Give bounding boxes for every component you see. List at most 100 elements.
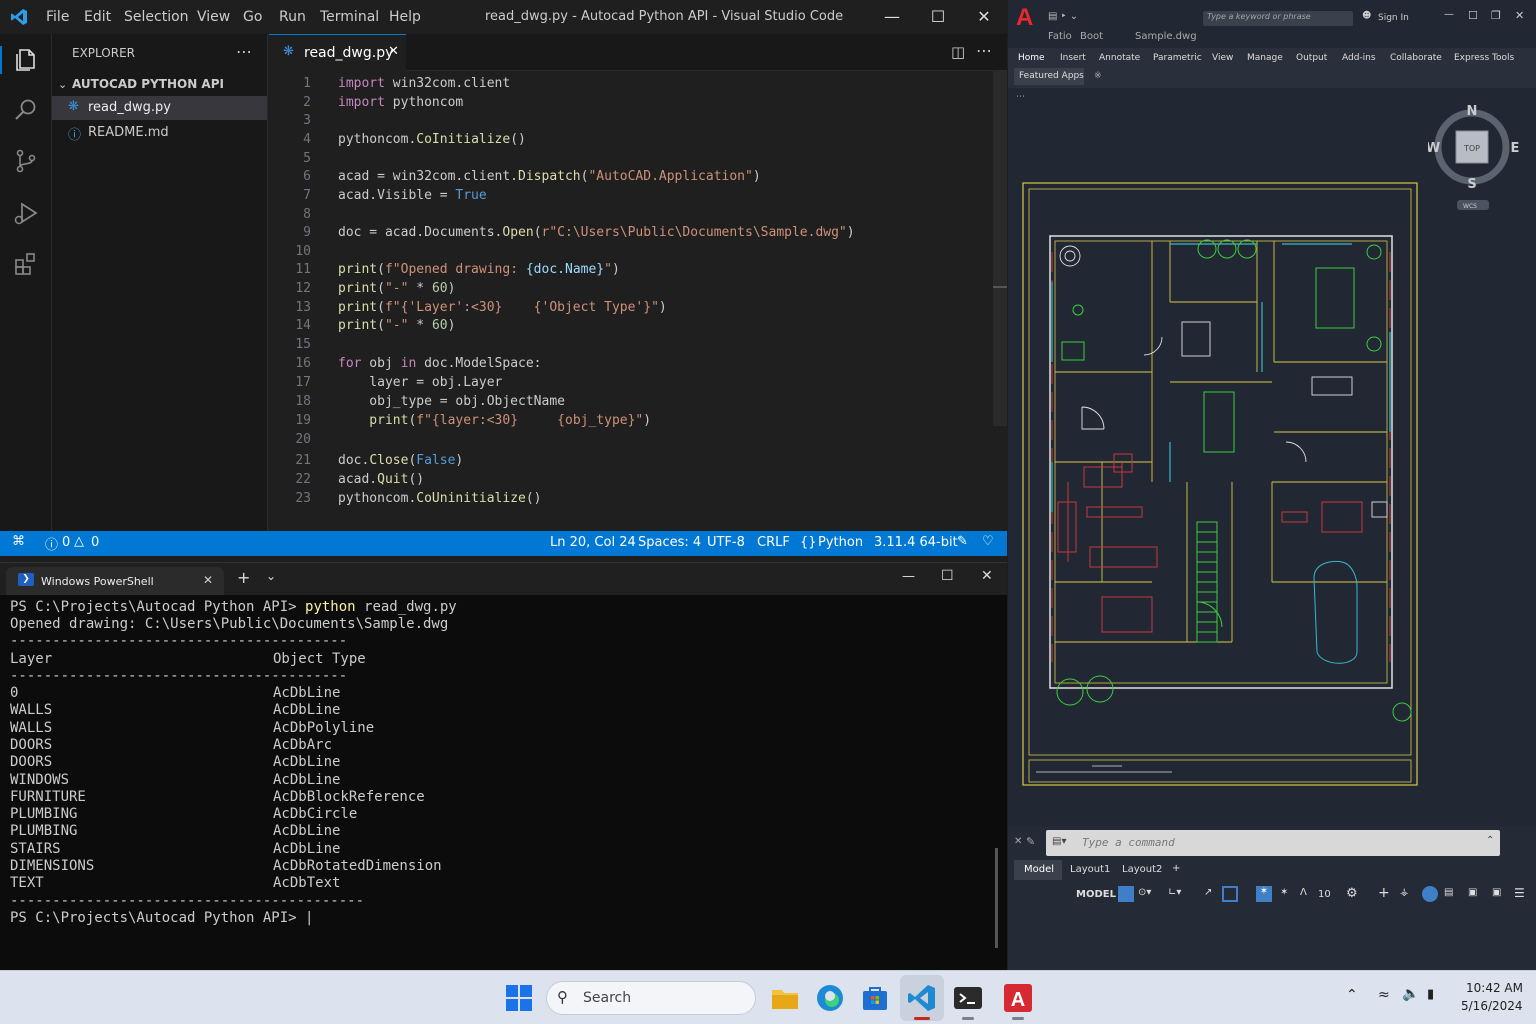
menu-icon[interactable]: ☰ — [1514, 886, 1525, 900]
maximize-button[interactable]: ☐ — [1468, 9, 1478, 22]
clock-date[interactable]: 5/16/2024 — [1461, 999, 1523, 1013]
warning-icon[interactable]: △ — [74, 534, 84, 549]
model-space-button[interactable]: MODEL — [1076, 889, 1116, 900]
close-command-icon[interactable]: ✕ — [1014, 836, 1022, 847]
tab-layout1[interactable]: Layout1 — [1070, 864, 1110, 875]
polar-icon[interactable]: ↗ — [1204, 887, 1212, 898]
close-tab-icon[interactable]: ✕ — [388, 44, 399, 59]
chevron-down-icon[interactable]: ⌄ — [58, 78, 67, 91]
add-layout-icon[interactable]: + — [1172, 863, 1180, 874]
tab-layout2[interactable]: Layout2 — [1122, 864, 1162, 875]
minimize-button[interactable]: — — [869, 0, 915, 34]
sign-in-link[interactable]: Sign In — [1378, 13, 1409, 23]
tab-read-dwg[interactable]: ❋ read_dwg.py ✕ — [269, 34, 406, 71]
minimize-button[interactable]: — — [1444, 9, 1454, 20]
ribbon-tab-collaborate[interactable]: Collaborate — [1390, 53, 1442, 63]
ribbon-tab-insert[interactable]: Insert — [1060, 53, 1086, 63]
quick-access-icon[interactable]: ▤ ‣ ⌄ — [1048, 11, 1078, 22]
menu-help[interactable]: Help — [389, 9, 421, 25]
annoscale-icon[interactable]: ✶ — [1280, 887, 1288, 898]
ribbon-tab-manage[interactable]: Manage — [1247, 53, 1283, 63]
line-ending[interactable]: CRLF — [757, 535, 790, 550]
chevron-down-icon[interactable]: ⌄ — [266, 569, 276, 583]
menu-go[interactable]: Go — [243, 9, 262, 25]
explorer-icon[interactable] — [12, 46, 40, 74]
volume-icon[interactable]: 🔈 — [1402, 986, 1419, 1002]
command-history-icon[interactable]: ▤▾ — [1052, 836, 1066, 847]
search-icon[interactable] — [12, 96, 40, 124]
error-icon[interactable]: ⓘ — [45, 534, 58, 553]
hardware-accel-icon[interactable] — [1422, 886, 1438, 902]
annotation-icon[interactable]: ✶ — [1256, 886, 1272, 902]
restore-button[interactable]: ❐ — [1491, 9, 1501, 22]
ribbon-tab-addins[interactable]: Add-ins — [1342, 53, 1376, 63]
ribbon-tab-annotate[interactable]: Annotate — [1099, 53, 1140, 63]
command-line[interactable]: ✕ ✎ ▤▾ Type a command ⌃ — [1014, 830, 1500, 856]
indentation[interactable]: Spaces: 4 — [638, 535, 701, 550]
annotation-scale[interactable]: 10 — [1318, 889, 1331, 900]
extensions-icon[interactable] — [12, 250, 40, 278]
cursor-position[interactable]: Ln 20, Col 24 — [550, 535, 636, 550]
menu-view[interactable]: View — [197, 9, 230, 25]
tab-model[interactable]: Model — [1014, 860, 1062, 880]
clean-screen-icon[interactable]: ▤ — [1444, 887, 1453, 898]
isolate-icon[interactable]: ⚶ — [1400, 887, 1409, 898]
quick-access-label[interactable]: Fatio — [1048, 31, 1072, 42]
featured-apps-tab[interactable]: Featured Apps — [1014, 68, 1084, 85]
wifi-icon[interactable]: ≈ — [1378, 987, 1390, 1003]
menu-terminal[interactable]: Terminal — [320, 9, 379, 25]
autocad-taskbar-icon[interactable]: A — [1002, 982, 1034, 1014]
code-editor[interactable]: 1 2 3 4 5 6 7 8 9 10 11 12 13 14 15 16 17 18 19 20 21 22 23 im… — [269, 71, 1007, 531]
run-debug-icon[interactable] — [12, 199, 40, 227]
clock-time[interactable]: 10:42 AM — [1466, 981, 1523, 995]
feedback-icon[interactable]: ✎ — [957, 534, 968, 549]
remote-icon[interactable]: ⌘ — [12, 534, 25, 549]
command-input[interactable]: Type a command — [1082, 836, 1175, 849]
grid-icon[interactable] — [1118, 886, 1134, 902]
keyword-search-input[interactable]: Type a keyword or phrase — [1203, 11, 1353, 26]
snap-icon[interactable]: ⊙▾ — [1138, 887, 1151, 898]
chevron-up-icon[interactable]: ⌃ — [1486, 835, 1494, 846]
gear-icon[interactable]: ⚙ — [1346, 886, 1358, 901]
warnings-count[interactable]: 0 — [91, 535, 99, 550]
terminal-tab[interactable]: ❯ Windows PowerShell ✕ — [6, 567, 224, 595]
taskbar-search[interactable]: ⚲ Search — [546, 981, 756, 1015]
editor-scrollbar[interactable] — [993, 71, 1007, 426]
close-button[interactable]: ✕ — [961, 0, 1007, 34]
file-item-readme[interactable]: ⓘ README.md — [52, 121, 267, 145]
windows-start-icon[interactable] — [503, 982, 535, 1014]
more-actions-icon[interactable]: ⋯ — [976, 41, 992, 60]
python-interpreter[interactable]: 3.11.4 64-bit — [874, 535, 958, 550]
file-explorer-icon[interactable] — [769, 982, 801, 1014]
terminal-taskbar-icon[interactable] — [952, 982, 984, 1014]
close-tab-icon[interactable]: ✕ — [203, 573, 213, 587]
quick-access-label[interactable]: Boot — [1080, 31, 1103, 42]
viewcube[interactable]: TOP N S E W WCS — [1428, 102, 1532, 214]
edge-icon[interactable] — [814, 982, 846, 1014]
new-tab-icon[interactable]: + — [237, 568, 250, 587]
store-icon[interactable] — [859, 982, 891, 1014]
pin-icon[interactable]: ※ — [1094, 71, 1102, 81]
customize-icon[interactable]: ✎ — [1026, 835, 1035, 848]
braces-icon[interactable]: {} — [800, 535, 817, 550]
close-button[interactable]: ✕ — [1515, 9, 1524, 22]
terminal-output[interactable]: PS C:\Projects\Autocad Python API> pytho… — [10, 599, 995, 965]
menu-run[interactable]: Run — [279, 9, 306, 25]
close-button[interactable]: ✕ — [981, 568, 993, 584]
chevron-up-icon[interactable]: ⌃ — [1346, 987, 1358, 1003]
minimize-button[interactable]: — — [902, 569, 915, 584]
vscode-taskbar-icon[interactable] — [906, 982, 938, 1014]
osnap-icon[interactable] — [1222, 886, 1238, 902]
problems-count[interactable]: 0 — [62, 535, 70, 550]
user-icon[interactable]: ☻ — [1362, 11, 1371, 21]
fullscreen-icon[interactable]: ▣ — [1468, 887, 1477, 898]
encoding[interactable]: UTF-8 — [707, 535, 745, 550]
maximize-button[interactable]: ☐ — [915, 0, 961, 34]
menu-edit[interactable]: Edit — [84, 9, 111, 25]
ortho-icon[interactable]: ∟▾ — [1168, 887, 1181, 898]
workspace-icon[interactable]: ▣ — [1492, 887, 1501, 898]
source-control-icon[interactable] — [12, 147, 40, 175]
drawing-canvas[interactable]: ⋯ TOP N S E W WCS — [1008, 88, 1536, 826]
ribbon-tab-express-tools[interactable]: Express Tools — [1454, 53, 1514, 63]
split-editor-icon[interactable]: ◫ — [951, 43, 965, 61]
